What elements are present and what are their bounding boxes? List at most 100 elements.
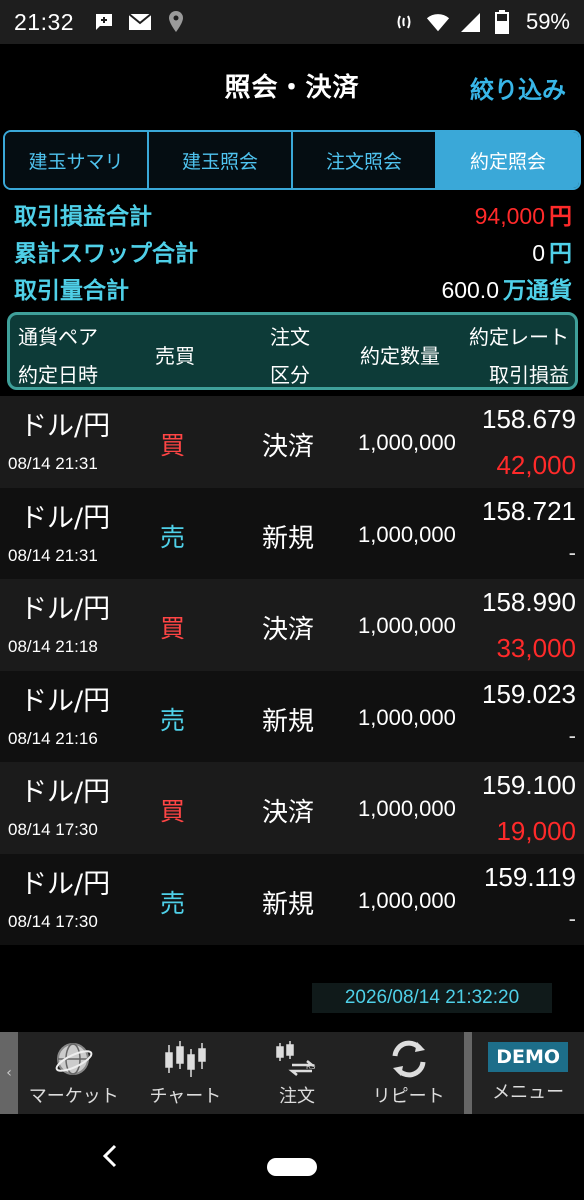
nav-repeat-label: リピート	[372, 1086, 445, 1107]
col-rate: 約定レート	[469, 325, 569, 349]
row-datetime: 08/14 21:31	[8, 454, 98, 473]
nav-chart-label: チャート	[149, 1086, 222, 1107]
row-side: 買	[160, 431, 186, 460]
execution-list: ドル/円 08/14 21:31 買 決済 1,000,000 158.679 …	[0, 396, 584, 945]
row-rate: 158.721	[482, 495, 576, 526]
nav-repeat[interactable]: リピート	[353, 1032, 465, 1114]
row-rate: 159.119	[483, 861, 576, 892]
row-order-type: 決済	[262, 615, 315, 645]
table-row[interactable]: ドル/円 08/14 17:30 買 決済 1,000,000 159.100 …	[0, 762, 584, 854]
wifi-icon	[426, 10, 450, 34]
row-quantity: 1,000,000	[358, 521, 456, 547]
nfc-icon	[394, 10, 418, 34]
summary-panel: 取引損益合計 94,000 円 累計スワップ合計 0円 取引量合計 600.0 万通…	[14, 195, 572, 306]
row-rate: 159.023	[482, 678, 576, 709]
row-order-type: 決済	[262, 798, 315, 828]
nav-order[interactable]: RS 注文	[241, 1032, 353, 1114]
row-pl: 19,000	[496, 816, 576, 846]
scroll-left-arrow[interactable]: ‹	[0, 1032, 18, 1114]
col-pl: 取引損益	[489, 363, 569, 387]
demo-badge: DEMO	[488, 1042, 569, 1072]
svg-text:RS: RS	[306, 1063, 316, 1071]
row-pair: ドル/円	[20, 777, 111, 808]
table-row[interactable]: ドル/円 08/14 21:31 買 決済 1,000,000 158.679 …	[0, 396, 584, 488]
location-icon	[164, 10, 188, 34]
swap-total-value: 0円	[532, 239, 572, 267]
battery-icon	[490, 10, 514, 34]
col-quantity: 約定数量	[360, 344, 440, 368]
row-datetime: 08/14 21:16	[8, 728, 98, 748]
row-quantity: 1,000,000	[358, 887, 456, 913]
row-datetime: 08/14 17:30	[8, 911, 98, 931]
row-pl: 33,000	[496, 633, 576, 663]
page-title: 照会・決済	[224, 72, 360, 103]
tab-execution-inquiry[interactable]: 約定照会	[437, 132, 579, 188]
swap-total-label: 累計スワップ合計	[14, 240, 198, 267]
row-side: 売	[160, 888, 186, 918]
table-header: 通貨ペア 約定日時 売買 注文 区分 約定数量 約定レート 取引損益	[7, 312, 578, 390]
row-quantity: 1,000,000	[358, 613, 456, 638]
chat-plus-icon	[92, 10, 116, 34]
row-order-type: 新規	[262, 706, 315, 737]
row-pl: -	[568, 722, 576, 748]
row-quantity: 1,000,000	[358, 704, 456, 730]
row-rate: 158.679	[482, 404, 576, 434]
row-pair: ドル/円	[20, 411, 111, 442]
row-pl: 42,000	[496, 450, 576, 480]
summary-swap-row: 累計スワップ合計 0円	[14, 232, 572, 269]
order-icon: RS	[274, 1038, 320, 1080]
row-side: 売	[160, 522, 186, 552]
tab-position-summary[interactable]: 建玉サマリ	[5, 132, 149, 188]
row-quantity: 1,000,000	[358, 796, 456, 821]
nav-chart[interactable]: チャート	[130, 1032, 242, 1114]
row-side: 買	[160, 614, 186, 643]
table-row[interactable]: ドル/円 08/14 21:18 買 決済 1,000,000 158.990 …	[0, 579, 584, 671]
update-timestamp: 2026/08/14 21:32:20	[312, 983, 552, 1013]
table-row[interactable]: ドル/円 08/14 21:31 売 新規 1,000,000 158.721 …	[0, 487, 584, 579]
battery-percent: 59%	[525, 9, 570, 34]
tab-position-inquiry[interactable]: 建玉照会	[149, 132, 293, 188]
col-order-type-1: 注文	[270, 325, 310, 349]
row-rate: 158.990	[482, 587, 576, 617]
notification-icons	[92, 10, 188, 34]
candlestick-icon	[163, 1038, 207, 1080]
table-row[interactable]: ドル/円 08/14 21:16 売 新規 1,000,000 159.023 …	[0, 670, 584, 762]
row-side: 買	[160, 797, 186, 826]
status-bar: 21:32 59%	[0, 0, 584, 44]
col-pair: 通貨ペア	[18, 325, 98, 349]
table-row[interactable]: ドル/円 08/14 17:30 売 新規 1,000,000 159.119 …	[0, 853, 584, 945]
back-icon[interactable]	[100, 1142, 120, 1177]
row-pair: ドル/円	[20, 502, 111, 534]
home-pill[interactable]	[267, 1158, 317, 1176]
tab-order-inquiry[interactable]: 注文照会	[293, 132, 437, 188]
summary-volume-row: 取引量合計 600.0 万通貨	[14, 269, 572, 306]
repeat-icon	[387, 1038, 431, 1080]
system-icons: 59%	[394, 9, 570, 35]
tab-bar: 建玉サマリ 建玉照会 注文照会 約定照会	[3, 130, 581, 190]
scroll-right-edge[interactable]	[464, 1032, 473, 1114]
filter-button[interactable]: 絞り込み	[470, 70, 566, 105]
row-datetime: 08/14 21:31	[8, 545, 98, 565]
row-order-type: 新規	[262, 523, 315, 554]
row-pl: -	[568, 905, 576, 931]
status-time: 21:32	[14, 8, 75, 35]
col-side: 売買	[155, 344, 195, 368]
signal-icon	[458, 10, 482, 34]
nav-market-label: マーケット	[28, 1086, 119, 1107]
bottom-nav: ‹ マーケット チャート RS 注文 リピート DEMO メニュー	[0, 1032, 584, 1114]
app-header: 照会・決済 絞り込み	[0, 44, 584, 126]
row-quantity: 1,000,000	[358, 430, 456, 455]
nav-menu-label: メニュー	[492, 1082, 565, 1103]
nav-market[interactable]: マーケット	[18, 1032, 130, 1114]
system-navigation	[0, 1114, 584, 1200]
row-datetime: 08/14 17:30	[8, 820, 98, 839]
row-pair: ドル/円	[20, 685, 111, 717]
summary-pl-row: 取引損益合計 94,000 円	[14, 195, 572, 232]
mail-icon	[128, 10, 152, 34]
volume-total-label: 取引量合計	[14, 277, 129, 304]
row-datetime: 08/14 21:18	[8, 637, 98, 656]
globe-icon	[53, 1038, 95, 1080]
nav-menu[interactable]: DEMO メニュー	[472, 1032, 584, 1114]
col-datetime: 約定日時	[18, 363, 98, 387]
row-pair: ドル/円	[20, 868, 111, 900]
